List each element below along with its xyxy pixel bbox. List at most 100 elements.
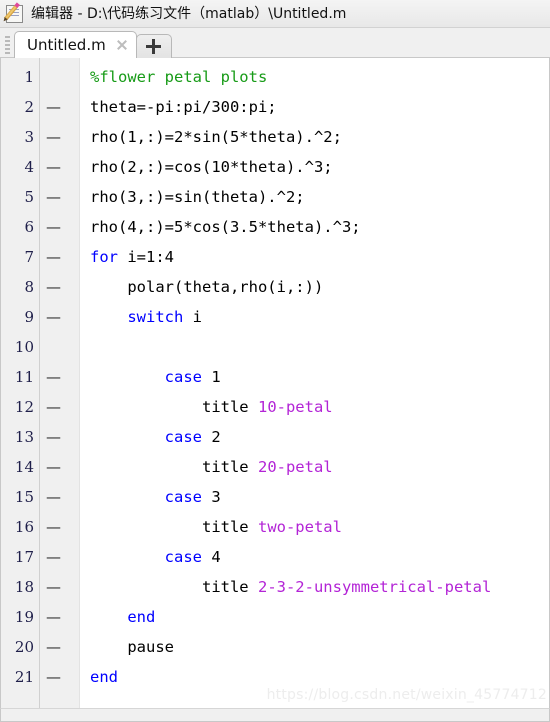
code-token-keyword: case	[164, 488, 202, 506]
code-token-text: theta=-pi:pi/300:pi;	[90, 98, 277, 116]
executable-line-marker[interactable]: —	[40, 572, 79, 602]
line-number: 14	[14, 458, 34, 476]
code-token-text: i=1:4	[118, 248, 174, 266]
code-token-text: 4	[201, 548, 221, 566]
code-token-comment: %flower petal plots	[90, 68, 268, 86]
code-line[interactable]: rho(4,:)=5*cos(3.5*theta).^3;	[80, 212, 549, 242]
executable-line-marker[interactable]: —	[40, 422, 79, 452]
executable-line-marker[interactable]: —	[40, 122, 79, 152]
code-token-text: pause	[127, 638, 174, 656]
code-line[interactable]: polar(theta,rho(i,:))	[80, 272, 549, 302]
executable-line-marker[interactable]	[40, 332, 79, 362]
executable-line-marker[interactable]: —	[40, 542, 79, 572]
breakpoint-gutter[interactable]: — — — — — — — — — — — — — — — — — — —	[40, 58, 80, 708]
code-line[interactable]: case 3	[80, 482, 549, 512]
executable-line-marker[interactable]: —	[40, 152, 79, 182]
line-number: 3	[24, 128, 34, 146]
code-token-text: i	[183, 308, 202, 326]
tab-untitled-m[interactable]: Untitled.m	[14, 31, 137, 58]
executable-line-marker[interactable]: —	[40, 662, 79, 692]
code-line[interactable]: theta=-pi:pi/300:pi;	[80, 92, 549, 122]
code-line[interactable]: title 20-petal	[80, 452, 549, 482]
code-line[interactable]: case 4	[80, 542, 549, 572]
code-editor[interactable]: 1 2 3 4 5 6 7 8 9 10 11 12 13 14 15 16 17 18 19 20 21 — — — — — —…	[0, 58, 550, 708]
code-token-text: rho(2,:)=cos(10*theta).^3;	[90, 158, 333, 176]
line-number: 19	[14, 608, 34, 626]
title-bar: 编辑器 - D:\代码练习文件（matlab）\Untitled.m	[0, 0, 550, 28]
executable-line-marker[interactable]: —	[40, 482, 79, 512]
code-line[interactable]: switch i	[80, 302, 549, 332]
line-number: 20	[14, 638, 34, 656]
line-number: 4	[24, 158, 34, 176]
code-line[interactable]: title 10-petal	[80, 392, 549, 422]
code-line[interactable]: pause	[80, 632, 549, 662]
code-token-string: two-petal	[257, 518, 342, 536]
line-number: 2	[24, 98, 34, 116]
code-token-string: 20-petal	[257, 458, 333, 476]
code-token-keyword: case	[164, 428, 202, 446]
executable-line-marker[interactable]: —	[40, 182, 79, 212]
code-token-keyword: switch	[127, 308, 184, 326]
window-title: 编辑器 - D:\代码练习文件（matlab）\Untitled.m	[31, 5, 347, 22]
code-line[interactable]: for i=1:4	[80, 242, 549, 272]
line-number-gutter: 1 2 3 4 5 6 7 8 9 10 11 12 13 14 15 16 17 18 19 20 21	[1, 58, 39, 708]
code-token-text: title	[201, 518, 258, 536]
code-token-text: title	[201, 398, 258, 416]
new-tab-button[interactable]	[135, 34, 172, 58]
executable-line-marker[interactable]: —	[40, 512, 79, 542]
executable-line-marker[interactable]: —	[40, 392, 79, 422]
editor-pencil-icon	[4, 3, 26, 25]
executable-line-marker[interactable]: —	[40, 602, 79, 632]
executable-line-marker[interactable]: —	[40, 632, 79, 662]
executable-line-marker[interactable]: —	[40, 92, 79, 122]
code-line[interactable]	[80, 332, 549, 362]
code-line[interactable]: case 2	[80, 422, 549, 452]
line-number: 7	[24, 248, 34, 266]
executable-line-marker[interactable]: —	[40, 212, 79, 242]
executable-line-marker[interactable]: —	[40, 242, 79, 272]
code-line[interactable]: %flower petal plots	[80, 62, 549, 92]
executable-line-marker[interactable]: —	[40, 362, 79, 392]
tab-bar: Untitled.m	[0, 28, 550, 58]
drag-handle-grip[interactable]	[3, 33, 12, 55]
code-line[interactable]: title two-petal	[80, 512, 549, 542]
line-number: 10	[14, 338, 34, 356]
editor-window: 编辑器 - D:\代码练习文件（matlab）\Untitled.m Untit…	[0, 0, 550, 722]
code-token-text: 3	[201, 488, 221, 506]
line-number: 13	[14, 428, 34, 446]
executable-line-marker[interactable]: —	[40, 452, 79, 482]
close-icon[interactable]	[114, 37, 130, 53]
line-number: 8	[24, 278, 34, 296]
executable-line-marker[interactable]: —	[40, 302, 79, 332]
code-token-text: title	[201, 458, 258, 476]
code-token-text: 1	[201, 368, 221, 386]
code-line[interactable]: rho(1,:)=2*sin(5*theta).^2;	[80, 122, 549, 152]
line-number: 12	[14, 398, 34, 416]
code-line[interactable]: end	[80, 602, 549, 632]
watermark: https://blog.csdn.net/weixin_45774712	[266, 687, 547, 703]
executable-line-marker[interactable]: —	[40, 272, 79, 302]
code-token-keyword: case	[164, 368, 202, 386]
code-token-text: rho(4,:)=5*cos(3.5*theta).^3;	[90, 218, 361, 236]
line-number: 6	[24, 218, 34, 236]
status-bar	[0, 708, 550, 722]
line-number: 17	[14, 548, 34, 566]
code-token-string: 10-petal	[257, 398, 333, 416]
code-line[interactable]: case 1	[80, 362, 549, 392]
line-number: 15	[14, 488, 34, 506]
executable-line-marker[interactable]	[40, 62, 79, 92]
code-token-keyword: end	[90, 668, 118, 686]
code-line[interactable]: rho(3,:)=sin(theta).^2;	[80, 182, 549, 212]
code-line[interactable]: title 2-3-2-unsymmetrical-petal	[80, 572, 549, 602]
code-token-keyword: end	[127, 608, 156, 626]
code-token-string: 2-3-2-unsymmetrical-petal	[257, 578, 492, 596]
code-token-text: title	[201, 578, 258, 596]
code-token-keyword: case	[164, 548, 202, 566]
code-token-text: 2	[201, 428, 221, 446]
line-number: 18	[14, 578, 34, 596]
code-line[interactable]: rho(2,:)=cos(10*theta).^3;	[80, 152, 549, 182]
tab-label: Untitled.m	[27, 36, 106, 54]
code-text-area[interactable]: %flower petal plots theta=-pi:pi/300:pi; r…	[80, 58, 549, 708]
code-token-text: rho(1,:)=2*sin(5*theta).^2;	[90, 128, 342, 146]
line-number: 5	[24, 188, 34, 206]
